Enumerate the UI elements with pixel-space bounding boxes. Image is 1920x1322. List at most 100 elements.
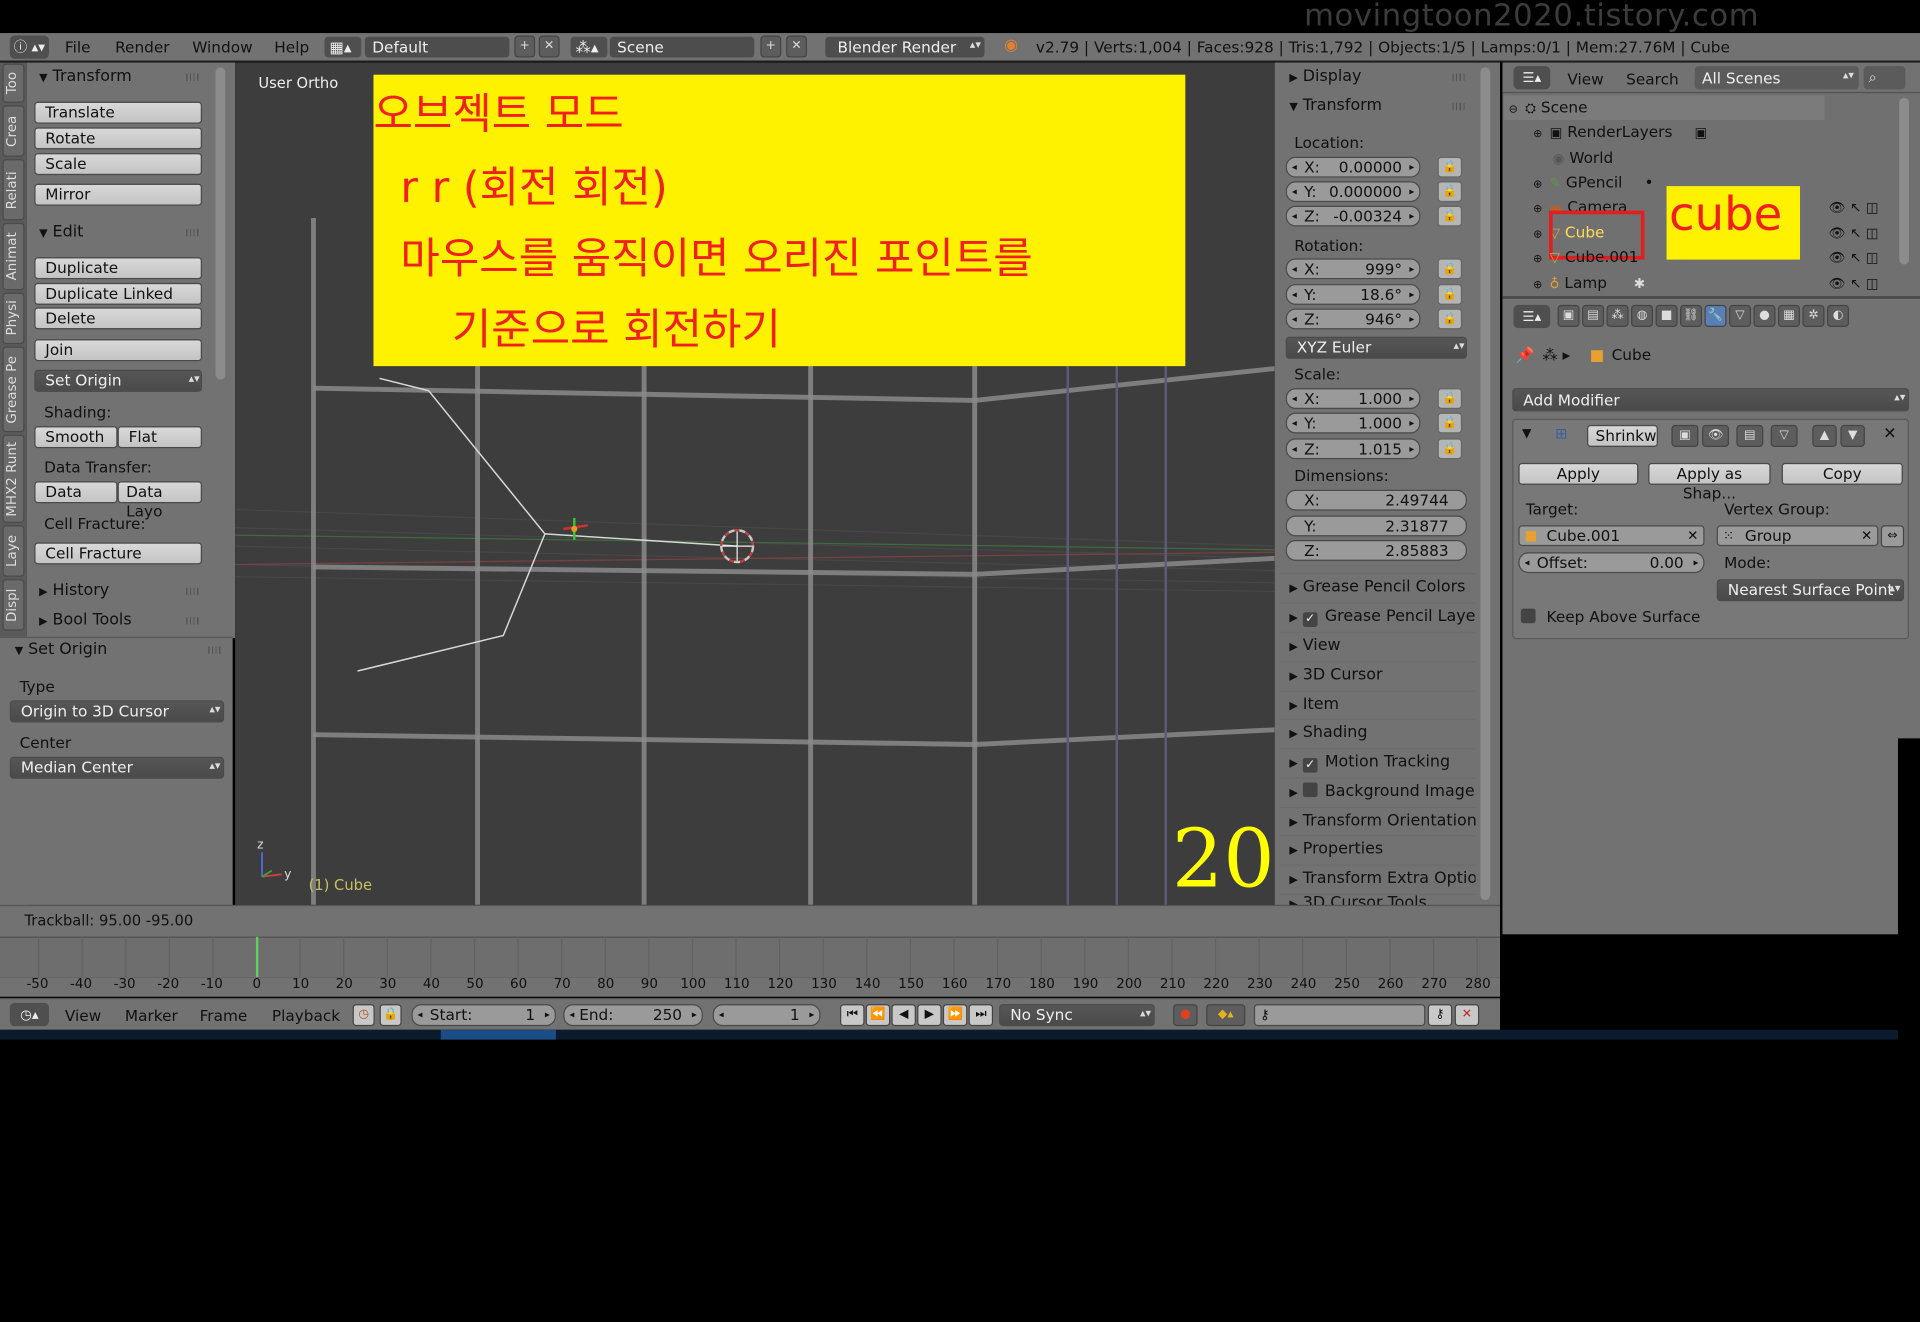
set-origin-dropdown[interactable]: Set Origin <box>34 369 203 392</box>
lock-icon[interactable]: 🔒 <box>1437 181 1463 203</box>
outliner-item-cube-001[interactable]: ⊕ ▽ Cube.001 <box>1533 247 1638 265</box>
render-tab-icon[interactable]: ▣ <box>1557 304 1580 327</box>
lock-icon[interactable]: 🔒 <box>1437 438 1463 460</box>
layout-icon[interactable]: ▦▴ <box>324 36 362 58</box>
transform-panel-header[interactable]: ▼ Transform <box>39 67 132 85</box>
timeline-menu-playback[interactable]: Playback <box>272 1007 340 1025</box>
panel-grip-icon[interactable] <box>186 587 201 596</box>
apply-button[interactable]: Apply <box>1518 462 1639 485</box>
expand-icon[interactable]: ⊕ <box>1533 253 1542 265</box>
expand-icon[interactable]: ⊕ <box>1533 279 1542 291</box>
data-button[interactable]: Data <box>34 481 118 504</box>
3d-cursor-icon[interactable] <box>720 528 755 564</box>
texture-tab-icon[interactable]: ▦ <box>1777 304 1801 327</box>
scene-tab-icon[interactable]: ⁂ <box>1606 304 1629 327</box>
panel-grease-pencil-layers[interactable]: ▶ ✓ Grease Pencil Layers <box>1279 602 1476 629</box>
remove-layout-icon[interactable]: ✕ <box>538 35 560 58</box>
lock-icon[interactable]: 🔒 <box>1437 308 1463 330</box>
clear-target-icon[interactable]: ✕ <box>1687 527 1698 545</box>
timeline-menu-frame[interactable]: Frame <box>200 1007 248 1025</box>
tab-tools[interactable]: Too <box>2 63 25 103</box>
outliner-item-lamp[interactable]: ⊕ ♁ Lamp ✱ <box>1533 273 1645 291</box>
scale-y-field[interactable]: ◂ Y: 1.000 ▸ <box>1285 412 1421 434</box>
add-scene-icon[interactable]: + <box>760 35 782 58</box>
move-up-icon[interactable]: ▲ <box>1812 424 1837 447</box>
properties-scrollbar[interactable] <box>1480 67 1491 901</box>
menu-window[interactable]: Window <box>192 38 252 56</box>
scale-x-field[interactable]: ◂ X: 1.000 ▸ <box>1285 388 1421 409</box>
location-x-field[interactable]: ◂ X: 0.00000 ▸ <box>1285 156 1421 178</box>
checkbox-checked-icon[interactable]: ✓ <box>1302 757 1318 773</box>
tab-create[interactable]: Crea <box>2 105 25 157</box>
outliner-search-icon[interactable]: ⌕ <box>1863 66 1906 90</box>
current-frame-field[interactable]: ◂ 1 ▸ <box>712 1004 821 1027</box>
lock-icon[interactable]: 🔒 <box>1437 388 1463 409</box>
modifier-name-field[interactable]: Shrinkw <box>1586 424 1658 447</box>
offset-field[interactable]: ◂ Offset: 0.00 ▸ <box>1518 552 1705 574</box>
layout-selector[interactable]: Default <box>364 36 510 58</box>
outliner-menu-search[interactable]: Search <box>1626 70 1679 88</box>
outliner-item-scene[interactable]: ⊖ ⛭ Scene <box>1509 98 1588 118</box>
target-field[interactable]: ■ Cube.001 ✕ <box>1518 525 1705 547</box>
editmode-toggle-icon[interactable]: ▤ <box>1736 424 1764 447</box>
origin-type-dropdown[interactable]: Origin to 3D Cursor <box>9 700 225 723</box>
lock-icon[interactable]: 🔒 <box>1437 205 1463 227</box>
panel-3d-cursor-tools[interactable]: ▶ 3D Cursor Tools <box>1279 893 1476 905</box>
duplicate-linked-button[interactable]: Duplicate Linked <box>34 282 203 305</box>
expand-icon[interactable]: ⊕ <box>1533 179 1542 191</box>
physics-tab-icon[interactable]: ◐ <box>1826 304 1849 327</box>
outliner-item-gpencil[interactable]: ⊕ ✎ GPencil • <box>1533 173 1653 191</box>
rotate-button[interactable]: Rotate <box>34 127 203 150</box>
pin-icon[interactable]: 📌 <box>1516 345 1535 363</box>
join-button[interactable]: Join <box>34 339 203 362</box>
panel-transform-extra-options[interactable]: ▶ Transform Extra Options <box>1279 864 1476 891</box>
mirror-button[interactable]: Mirror <box>34 183 203 206</box>
bool-tools-panel-header[interactable]: ▶ Bool Tools <box>39 611 131 629</box>
display-panel-header[interactable]: ▶ Display <box>1289 67 1361 85</box>
invert-vertex-group-icon[interactable]: ⇔ <box>1880 525 1905 548</box>
history-panel-header[interactable]: ▶ History <box>39 582 109 600</box>
rotation-x-field[interactable]: ◂ X: 999° ▸ <box>1285 258 1421 280</box>
panel-transform-orientations[interactable]: ▶ Transform Orientations <box>1279 806 1476 834</box>
panel-item[interactable]: ▶ Item <box>1279 690 1476 718</box>
delete-button[interactable]: Delete <box>34 307 203 330</box>
mode-dropdown[interactable]: Nearest Surface Point <box>1716 579 1905 602</box>
panel-grip-icon[interactable] <box>208 646 223 654</box>
outliner-editor-icon[interactable]: ☰▴ <box>1513 66 1551 90</box>
outliner-item-world[interactable]: ◉ World <box>1553 148 1614 166</box>
dimension-y-field[interactable]: Y: 2.31877 <box>1285 515 1467 537</box>
tab-mhx2-runtime[interactable]: MHX2 Runt <box>2 434 25 523</box>
record-icon[interactable]: ● <box>1173 1004 1198 1027</box>
translate-button[interactable]: Translate <box>34 101 203 124</box>
panel-shading[interactable]: ▶ Shading <box>1279 718 1476 746</box>
end-frame-field[interactable]: ◂ End: 250 ▸ <box>563 1004 703 1027</box>
checkbox-checked-icon[interactable]: ✓ <box>1302 612 1318 627</box>
insert-keyframe-icon[interactable]: ⚷ <box>1427 1004 1453 1027</box>
dimension-x-field[interactable]: X: 2.49744 <box>1285 489 1467 511</box>
rotation-z-field[interactable]: ◂ Z: 946° ▸ <box>1285 308 1421 330</box>
scene-icon[interactable]: ⁂▴ <box>570 36 608 58</box>
modifiers-tab-icon[interactable]: 🔧 <box>1704 304 1727 327</box>
vertex-group-field[interactable]: ⁙ Group ✕ <box>1716 525 1879 547</box>
clear-vertex-group-icon[interactable]: ✕ <box>1861 527 1872 545</box>
play-reverse-icon[interactable]: ◀ <box>891 1004 916 1027</box>
collapse-icon[interactable]: ⊖ <box>1509 104 1518 116</box>
scene-selector[interactable]: Scene <box>609 36 755 58</box>
location-y-field[interactable]: ◂ Y: 0.000000 ▸ <box>1285 181 1421 203</box>
panel-3d-cursor[interactable]: ▶ 3D Cursor <box>1279 661 1476 688</box>
smooth-button[interactable]: Smooth <box>34 426 118 449</box>
timeline-menu-marker[interactable]: Marker <box>125 1007 178 1025</box>
move-down-icon[interactable]: ▼ <box>1840 424 1865 447</box>
expand-icon[interactable]: ⊕ <box>1533 229 1542 241</box>
panel-grip-icon[interactable] <box>186 73 201 81</box>
copy-button[interactable]: Copy <box>1781 462 1903 485</box>
object-tab-icon[interactable]: ■ <box>1655 304 1678 327</box>
panel-grease-pencil-colors[interactable]: ▶ Grease Pencil Colors <box>1279 573 1476 600</box>
cell-fracture-button[interactable]: Cell Fracture <box>34 542 203 565</box>
panel-grip-icon[interactable] <box>186 228 201 237</box>
tool-shelf-scrollbar[interactable] <box>215 67 226 380</box>
dimension-z-field[interactable]: Z: 2.85883 <box>1285 540 1467 561</box>
panel-grip-icon[interactable] <box>1452 73 1467 81</box>
remove-scene-icon[interactable]: ✕ <box>786 35 807 58</box>
apply-as-shape-button[interactable]: Apply as Shap... <box>1648 462 1771 502</box>
